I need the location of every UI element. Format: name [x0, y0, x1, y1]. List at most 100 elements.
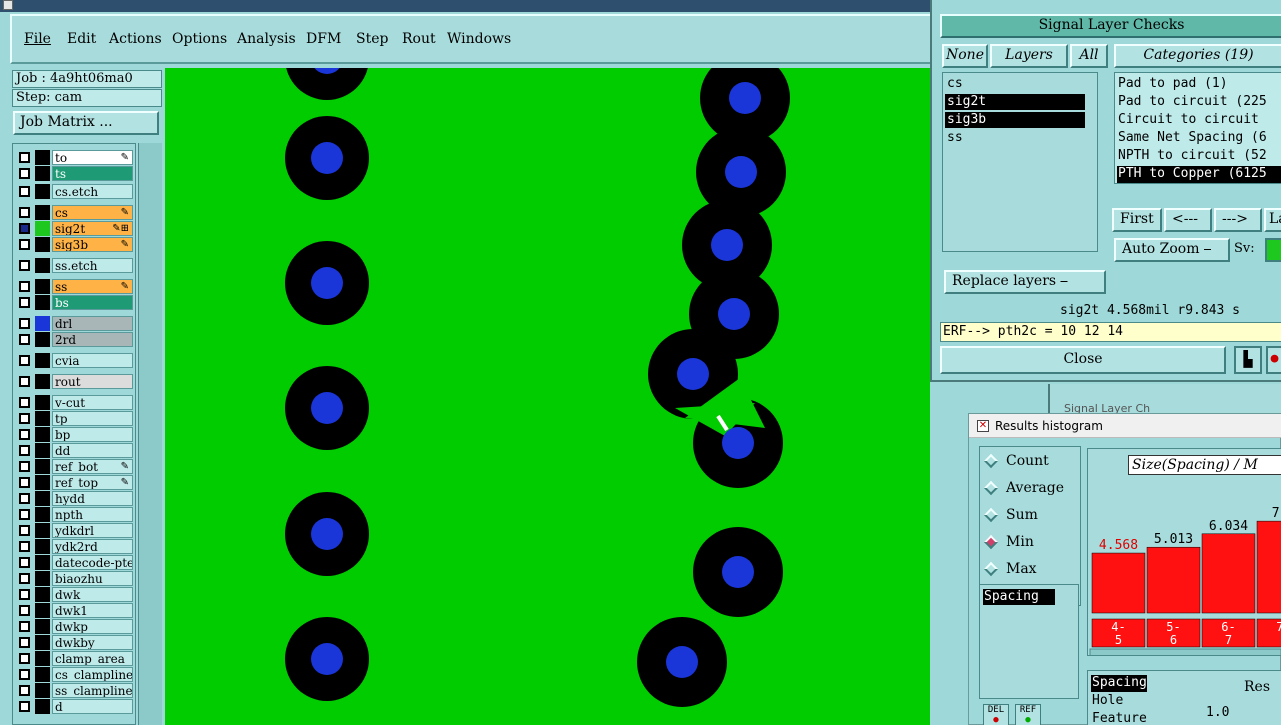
layer-list-item[interactable]: cs — [945, 76, 1085, 92]
all-button[interactable]: All — [1070, 44, 1108, 68]
menu-dfm[interactable]: DFM — [306, 31, 341, 47]
layer-checkbox[interactable] — [19, 334, 30, 345]
layer-checkbox[interactable] — [19, 281, 30, 292]
histogram-bar[interactable] — [1091, 552, 1146, 614]
layer-color-swatch[interactable] — [35, 491, 50, 506]
layer-color-swatch[interactable] — [35, 374, 50, 389]
layer-color-swatch[interactable] — [35, 353, 50, 368]
field-selected[interactable]: Spacing — [983, 589, 1055, 605]
layer-color-swatch[interactable] — [35, 395, 50, 410]
menu-step[interactable]: Step — [356, 31, 388, 47]
layer-color-swatch[interactable] — [35, 459, 50, 474]
category-item[interactable]: NPTH to circuit (52 — [1117, 148, 1267, 165]
layer-row-datecode-pte[interactable]: datecode-pte — [15, 555, 135, 570]
layer-name[interactable]: ydkdrl — [52, 523, 133, 538]
layer-checkbox[interactable] — [19, 557, 30, 568]
histogram-field-item[interactable]: Feature — [1091, 711, 1147, 725]
mode-count[interactable]: Count — [983, 451, 1049, 473]
layer-color-swatch[interactable] — [35, 279, 50, 294]
measure-icon[interactable]: ▙ — [1234, 346, 1262, 374]
layer-checkbox[interactable] — [19, 493, 30, 504]
layer-name[interactable]: dwk — [52, 587, 133, 602]
layer-color-swatch[interactable] — [35, 539, 50, 554]
layer-color-swatch[interactable] — [35, 150, 50, 165]
category-item[interactable]: Same Net Spacing (6 — [1117, 130, 1267, 147]
layer-name[interactable]: drl — [52, 316, 133, 331]
layer-row-dwk[interactable]: dwk — [15, 587, 135, 602]
layer-name[interactable]: sig3b ✎ — [52, 237, 133, 252]
layer-color-swatch[interactable] — [35, 619, 50, 634]
layer-name[interactable]: cs.etch — [52, 184, 133, 199]
layer-list-item[interactable]: sig2t — [945, 94, 1085, 110]
layer-row-bp[interactable]: bp — [15, 427, 135, 442]
layer-row-npth[interactable]: npth — [15, 507, 135, 522]
layer-row-d[interactable]: d — [15, 699, 135, 714]
layer-color-swatch[interactable] — [35, 295, 50, 310]
layer-name[interactable]: ts — [52, 166, 133, 181]
radio-diamond-icon[interactable] — [983, 480, 999, 496]
layer-color-swatch[interactable] — [35, 332, 50, 347]
job-matrix-button[interactable]: Job Matrix ... — [13, 111, 159, 135]
layer-checkbox[interactable] — [19, 621, 30, 632]
layer-row-v-cut[interactable]: v-cut — [15, 395, 135, 410]
sv-indicator[interactable] — [1265, 238, 1281, 262]
layer-checkbox[interactable] — [19, 477, 30, 488]
field-listbox[interactable]: Spacing — [979, 584, 1079, 699]
layer-row-drl[interactable]: drl — [15, 316, 135, 331]
layer-row-hydd[interactable]: hydd — [15, 491, 135, 506]
layer-checkbox[interactable] — [19, 376, 30, 387]
last-button[interactable]: La — [1264, 208, 1281, 232]
auto-zoom-dropdown[interactable]: Auto Zoom ⎯ — [1114, 238, 1230, 262]
layer-checkbox[interactable] — [19, 653, 30, 664]
layer-color-swatch[interactable] — [35, 411, 50, 426]
layer-color-swatch[interactable] — [35, 316, 50, 331]
layer-row-dwk1[interactable]: dwk1 — [15, 603, 135, 618]
layer-color-swatch[interactable] — [35, 184, 50, 199]
layer-checkbox[interactable] — [19, 397, 30, 408]
layer-checkbox[interactable] — [19, 509, 30, 520]
layer-checkbox[interactable] — [19, 685, 30, 696]
layer-row-ref_bot[interactable]: ref_bot ✎ — [15, 459, 135, 474]
menu-edit[interactable]: Edit — [67, 31, 96, 47]
layer-name[interactable]: ref_bot ✎ — [52, 459, 133, 474]
layer-row-2rd[interactable]: 2rd — [15, 332, 135, 347]
layer-name[interactable]: ydk2rd — [52, 539, 133, 554]
radio-diamond-icon[interactable] — [983, 453, 999, 469]
category-item[interactable]: PTH to Copper (6125 — [1117, 166, 1281, 183]
layer-color-swatch[interactable] — [35, 635, 50, 650]
layer-checkbox[interactable] — [19, 223, 30, 234]
category-item[interactable]: Pad to circuit (225 — [1117, 94, 1267, 111]
layer-name[interactable]: npth — [52, 507, 133, 522]
layer-color-swatch[interactable] — [35, 475, 50, 490]
layers-button[interactable]: Layers — [990, 44, 1068, 68]
layer-checkbox[interactable] — [19, 525, 30, 536]
close-button[interactable]: Close — [940, 346, 1226, 374]
mode-max[interactable]: Max — [983, 559, 1037, 581]
histogram-bar[interactable] — [1146, 546, 1201, 614]
layer-name[interactable]: dwk1 — [52, 603, 133, 618]
layer-color-swatch[interactable] — [35, 587, 50, 602]
layer-row-to[interactable]: to ✎ — [15, 150, 135, 165]
menu-rout[interactable]: Rout — [402, 31, 436, 47]
close-icon[interactable]: ✕ — [977, 420, 989, 432]
layer-name[interactable]: d — [52, 699, 133, 714]
layer-checkbox[interactable] — [19, 152, 30, 163]
categories-listbox[interactable]: Pad to pad (1) Pad to circuit (225 Circuit… — [1114, 72, 1281, 184]
layer-color-swatch[interactable] — [35, 205, 50, 220]
layer-checkbox[interactable] — [19, 429, 30, 440]
layer-row-clamp_area[interactable]: clamp_area — [15, 651, 135, 666]
none-button[interactable]: None — [942, 44, 988, 68]
layer-name[interactable]: rout — [52, 374, 133, 389]
layer-name[interactable]: bp — [52, 427, 133, 442]
layer-checkbox[interactable] — [19, 207, 30, 218]
layer-row-ydkdrl[interactable]: ydkdrl — [15, 523, 135, 538]
layer-color-swatch[interactable] — [35, 555, 50, 570]
layer-color-swatch[interactable] — [35, 507, 50, 522]
layer-name[interactable]: ss ✎ — [52, 279, 133, 294]
category-item[interactable]: Pad to pad (1) — [1117, 76, 1228, 93]
layer-name[interactable]: sig2t ✎⊞ — [52, 221, 133, 236]
layer-row-cs_clampline[interactable]: cs_clampline — [15, 667, 135, 682]
layer-name[interactable]: ss_clampline — [52, 683, 133, 698]
layer-name[interactable]: hydd — [52, 491, 133, 506]
layer-row-tp[interactable]: tp — [15, 411, 135, 426]
